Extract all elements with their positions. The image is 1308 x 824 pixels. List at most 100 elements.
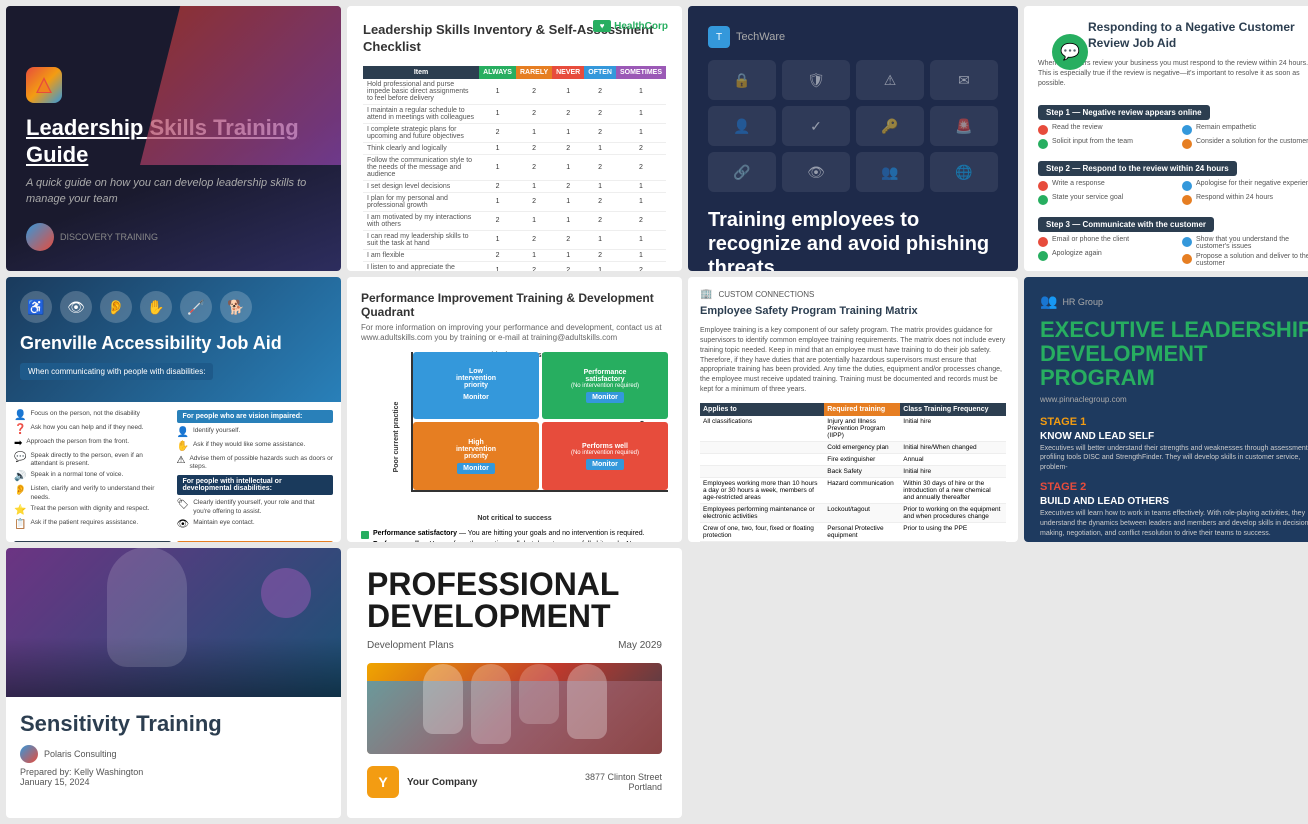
wheelchair-icon: ♿ (20, 291, 52, 323)
bullet-icon (1182, 139, 1192, 149)
intellectual-header: For people with intellectual or developm… (177, 475, 334, 495)
step-item: Respond within 24 hours (1182, 194, 1308, 205)
safety-header: 🏢 CUSTOM CONNECTIONS Employee Safety Pro… (700, 289, 1006, 318)
bullet-icon (1038, 139, 1048, 149)
person-silhouette (107, 548, 187, 667)
icon-check: ✓ (782, 106, 850, 146)
step-item: Consider a solution for the customer (1182, 138, 1308, 149)
col-training: Required training (824, 403, 900, 416)
prof-dev-image (367, 663, 662, 754)
step-2: Step 2 — Respond to the review within 24… (1038, 155, 1308, 208)
general-tips: 👤 Focus on the person, not the disabilit… (14, 410, 171, 534)
bullet-icon (1038, 125, 1048, 135)
axis-bottom-label: Not critical to success (477, 515, 551, 522)
tip-icon-4: 💬 (14, 452, 26, 463)
special-tips: For people who are vision impaired: 👤 Id… (177, 410, 334, 534)
brand-name: DISCOVERY TRAINING (60, 232, 158, 243)
card-sensitivity: Sensitivity Training Polaris Consulting … (6, 548, 341, 818)
step-item: State your service goal (1038, 194, 1174, 205)
quadrant-legend: Performance satisfactory — You are hitti… (361, 530, 668, 542)
deaf-header: For those who are deaf, deafened or hard… (14, 541, 171, 542)
healthcorp-name: HealthCorp (614, 21, 668, 32)
card6-sub: For more information on improving your p… (361, 323, 668, 344)
table-row: I listen to and appreciate the perspecti… (363, 261, 666, 271)
table-row: All classificationsInjury and Illness Pr… (700, 416, 1006, 442)
card-leadership-guide: Leadership Skills Training Guide A quick… (6, 6, 341, 271)
table-row: I plan for my personal and professional … (363, 192, 666, 211)
prof-dev-bottom: Y Your Company 3877 Clinton Street Portl… (367, 766, 662, 798)
tip-6: 👂 Listen, clarify and verify to understa… (14, 485, 171, 502)
legend-item: Performance satisfactory — You are hitti… (361, 530, 668, 539)
table-row: I am motivated by my interactions with o… (363, 211, 666, 230)
vision-tip-3: ⚠ Advise them of possible hazards such a… (177, 455, 334, 472)
healthcorp-logo: HealthCorp (593, 20, 668, 32)
step-3: Step 3 — Communicate with the customerEm… (1038, 211, 1308, 270)
quadrant-grid: Low intervention priority Monitor Perfor… (413, 352, 668, 490)
bullet-icon (1038, 237, 1048, 247)
icon-email: ✉ (930, 60, 998, 100)
person4 (567, 664, 607, 739)
tip-2: ❓ Ask how you can help and if they need. (14, 424, 171, 435)
hand-icon: ✋ (140, 291, 172, 323)
card1-brand: DISCOVERY TRAINING (26, 223, 321, 251)
stage-stage-2: STAGE 2 BUILD AND LEAD OTHERS Executives… (1040, 481, 1308, 538)
table-row: Employees performing maintenance or elec… (700, 503, 1006, 522)
icon-alert: 🚨 (930, 106, 998, 146)
card-accessibility: ♿ 👁 👂 ✋ 🦯 🐕 Grenville Accessibility Job … (6, 277, 341, 542)
card8-url: www.pinnaclegroup.com (1040, 395, 1308, 404)
vision-tip-2: ✋ Ask if they would like some assistance… (177, 441, 334, 452)
accessibility-header: ♿ 👁 👂 ✋ 🦯 🐕 Grenville Accessibility Job … (6, 277, 341, 402)
x-axis (411, 490, 668, 492)
stage-label: STAGE 1 (1040, 416, 1308, 428)
step-item: Apologise for their negative experience (1182, 180, 1308, 191)
icon-warning: ⚠ (856, 60, 924, 100)
tip-icon-7: ⭐ (14, 505, 26, 516)
hr-icon: 👥 (1040, 293, 1057, 310)
stage-subtitle: BUILD AND LEAD OTHERS (1040, 496, 1308, 507)
bullet-icon (1038, 195, 1048, 205)
stage-text: Executives will learn how to work in tea… (1040, 509, 1308, 538)
monitor-btn-3: Monitor (457, 463, 495, 474)
people-silhouettes (413, 663, 617, 754)
quadrant-chart: Critical to success Not critical to succ… (361, 352, 668, 522)
discovery-logo-icon (26, 67, 62, 103)
step-item: Remain empathetic (1182, 124, 1308, 135)
card4-title: Responding to a Negative Customer Review… (1088, 20, 1308, 51)
phishing-icons: 🔒 🛡 ⚠ ✉ 👤 ✓ 🔑 🚨 🔗 👁 👥 🌐 (708, 60, 998, 192)
address-line2: Portland (585, 782, 662, 792)
stage-subtitle: KNOW AND LEAD SELF (1040, 431, 1308, 442)
techware-name: TechWare (736, 31, 785, 43)
card-review-job-aid: 💬 Responding to a Negative Customer Revi… (1024, 6, 1308, 271)
brand-logo-icon (26, 223, 54, 251)
assistance-icon: 🐕 (220, 291, 252, 323)
icon-eye: 👁 (782, 152, 850, 192)
step-item: Propose a solution and deliver to the cu… (1182, 253, 1308, 267)
mobility-icon: 🦯 (180, 291, 212, 323)
card-safety-matrix: 🏢 CUSTOM CONNECTIONS Employee Safety Pro… (688, 277, 1018, 542)
bullet-icon (1182, 237, 1192, 247)
accessibility-bottom: For those who are deaf, deafened or hard… (6, 541, 341, 542)
prepared-date: January 15, 2024 (20, 777, 327, 787)
card6-title: Performance Improvement Training & Devel… (361, 291, 668, 319)
company-address: 3877 Clinton Street Portland (585, 772, 662, 792)
sensitivity-body: Sensitivity Training Polaris Consulting … (6, 697, 341, 801)
table-row: Employees working more than 10 hours a d… (700, 477, 1006, 503)
tip-4: 💬 Speak directly to the person, even if … (14, 452, 171, 469)
stage-stage-1: STAGE 1 KNOW AND LEAD SELF Executives wi… (1040, 416, 1308, 473)
bullet-icon (1182, 125, 1192, 135)
safety-logo-icon: 🏢 (700, 289, 712, 300)
tip-7: ⭐ Treat the person with dignity and resp… (14, 505, 171, 516)
icon-network: 🌐 (930, 152, 998, 192)
monitor-btn-2: Monitor (586, 392, 624, 403)
table-row: Crew of one, two, four, fixed or floatin… (700, 522, 1006, 541)
table-row: Users of fixed industrial or portable la… (700, 541, 1006, 542)
checklist-table: Item ALWAYS RARELY NEVER OFTEN SOMETIMES… (363, 66, 666, 271)
icon-key: 🔑 (856, 106, 924, 146)
card-performance: Performance Improvement Training & Devel… (347, 277, 682, 542)
physical-header: For people with physical disabilities: (177, 541, 334, 542)
review-steps: Step 1 — Negative review appears onlineR… (1038, 99, 1308, 271)
bullet-icon (1182, 195, 1192, 205)
q-satisfactory: Performance satisfactory (No interventio… (542, 352, 668, 420)
table-row: Hold professional and purse impede basic… (363, 79, 666, 105)
q-high-intervention: High intervention priority Monitor (413, 422, 539, 490)
